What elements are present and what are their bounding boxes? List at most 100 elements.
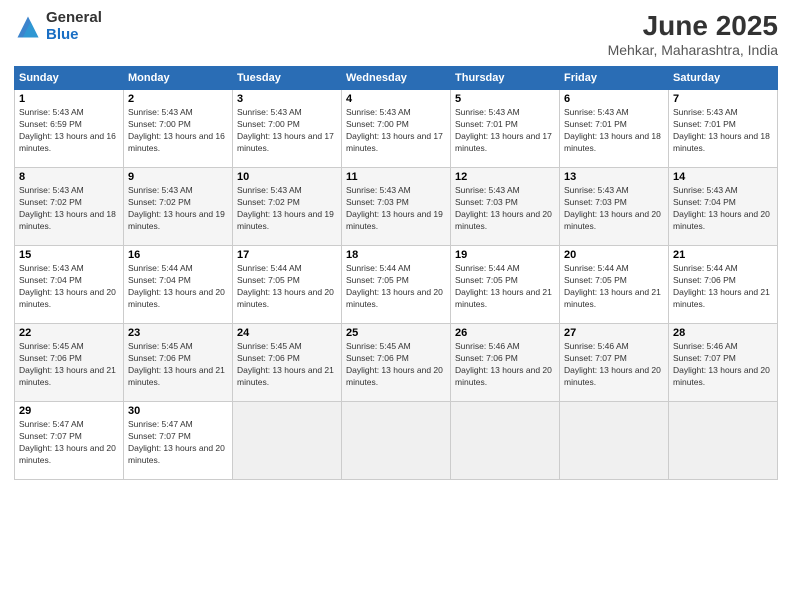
calendar-cell	[342, 402, 451, 480]
calendar-cell: 3 Sunrise: 5:43 AMSunset: 7:00 PMDaylight…	[233, 90, 342, 168]
day-info: Sunrise: 5:45 AMSunset: 7:06 PMDaylight:…	[346, 341, 446, 389]
calendar-table: SundayMondayTuesdayWednesdayThursdayFrid…	[14, 66, 778, 480]
day-info: Sunrise: 5:43 AMSunset: 7:03 PMDaylight:…	[455, 185, 555, 233]
calendar-cell: 17 Sunrise: 5:44 AMSunset: 7:05 PMDayligh…	[233, 246, 342, 324]
day-number: 16	[128, 249, 228, 261]
day-info: Sunrise: 5:45 AMSunset: 7:06 PMDaylight:…	[237, 341, 337, 389]
header: General Blue June 2025 Mehkar, Maharasht…	[14, 10, 778, 58]
day-number: 6	[564, 93, 664, 105]
calendar-cell: 8 Sunrise: 5:43 AMSunset: 7:02 PMDaylight…	[15, 168, 124, 246]
day-number: 1	[19, 93, 119, 105]
calendar-cell	[451, 402, 560, 480]
day-number: 18	[346, 249, 446, 261]
calendar-week-3: 15 Sunrise: 5:43 AMSunset: 7:04 PMDayligh…	[15, 246, 778, 324]
day-number: 2	[128, 93, 228, 105]
day-number: 4	[346, 93, 446, 105]
calendar-cell: 1 Sunrise: 5:43 AMSunset: 6:59 PMDaylight…	[15, 90, 124, 168]
day-info: Sunrise: 5:43 AMSunset: 7:00 PMDaylight:…	[237, 107, 337, 155]
day-info: Sunrise: 5:43 AMSunset: 7:04 PMDaylight:…	[19, 263, 119, 311]
day-info: Sunrise: 5:44 AMSunset: 7:05 PMDaylight:…	[564, 263, 664, 311]
day-number: 25	[346, 327, 446, 339]
calendar-cell: 11Sunrise: 5:43 AMSunset: 7:03 PMDayligh…	[342, 168, 451, 246]
calendar-week-4: 22Sunrise: 5:45 AMSunset: 7:06 PMDayligh…	[15, 324, 778, 402]
day-number: 28	[673, 327, 773, 339]
day-info: Sunrise: 5:43 AMSunset: 7:00 PMDaylight:…	[346, 107, 446, 155]
calendar-subtitle: Mehkar, Maharashtra, India	[608, 42, 778, 58]
calendar-cell: 4 Sunrise: 5:43 AMSunset: 7:00 PMDaylight…	[342, 90, 451, 168]
day-number: 12	[455, 171, 555, 183]
calendar-cell	[233, 402, 342, 480]
title-block: June 2025 Mehkar, Maharashtra, India	[608, 10, 778, 58]
day-info: Sunrise: 5:43 AMSunset: 7:02 PMDaylight:…	[19, 185, 119, 233]
day-number: 23	[128, 327, 228, 339]
day-info: Sunrise: 5:43 AMSunset: 7:02 PMDaylight:…	[128, 185, 228, 233]
day-number: 5	[455, 93, 555, 105]
calendar-cell: 14 Sunrise: 5:43 AMSunset: 7:04 PMDayligh…	[669, 168, 778, 246]
header-sunday: Sunday	[15, 67, 124, 90]
header-monday: Monday	[124, 67, 233, 90]
calendar-header-row: SundayMondayTuesdayWednesdayThursdayFrid…	[15, 67, 778, 90]
header-wednesday: Wednesday	[342, 67, 451, 90]
day-number: 11	[346, 171, 446, 183]
day-info: Sunrise: 5:45 AMSunset: 7:06 PMDaylight:…	[128, 341, 228, 389]
logo-blue-text: Blue	[46, 27, 102, 44]
calendar-week-1: 1 Sunrise: 5:43 AMSunset: 6:59 PMDaylight…	[15, 90, 778, 168]
calendar-cell: 30Sunrise: 5:47 AMSunset: 7:07 PMDayligh…	[124, 402, 233, 480]
day-info: Sunrise: 5:44 AMSunset: 7:06 PMDaylight:…	[673, 263, 773, 311]
day-info: Sunrise: 5:46 AMSunset: 7:07 PMDaylight:…	[673, 341, 773, 389]
day-info: Sunrise: 5:44 AMSunset: 7:05 PMDaylight:…	[237, 263, 337, 311]
day-info: Sunrise: 5:43 AMSunset: 7:01 PMDaylight:…	[564, 107, 664, 155]
header-saturday: Saturday	[669, 67, 778, 90]
day-info: Sunrise: 5:46 AMSunset: 7:06 PMDaylight:…	[455, 341, 555, 389]
calendar-cell: 7Sunrise: 5:43 AMSunset: 7:01 PMDaylight…	[669, 90, 778, 168]
day-number: 3	[237, 93, 337, 105]
main-container: General Blue June 2025 Mehkar, Maharasht…	[0, 0, 792, 490]
calendar-cell: 27Sunrise: 5:46 AMSunset: 7:07 PMDayligh…	[560, 324, 669, 402]
calendar-cell: 5 Sunrise: 5:43 AMSunset: 7:01 PMDaylight…	[451, 90, 560, 168]
calendar-cell: 29 Sunrise: 5:47 AMSunset: 7:07 PMDayligh…	[15, 402, 124, 480]
calendar-cell: 26Sunrise: 5:46 AMSunset: 7:06 PMDayligh…	[451, 324, 560, 402]
calendar-week-5: 29 Sunrise: 5:47 AMSunset: 7:07 PMDayligh…	[15, 402, 778, 480]
day-number: 17	[237, 249, 337, 261]
day-number: 15	[19, 249, 119, 261]
day-info: Sunrise: 5:43 AMSunset: 7:04 PMDaylight:…	[673, 185, 773, 233]
calendar-cell	[560, 402, 669, 480]
day-number: 24	[237, 327, 337, 339]
calendar-cell: 9 Sunrise: 5:43 AMSunset: 7:02 PMDaylight…	[124, 168, 233, 246]
calendar-cell: 25 Sunrise: 5:45 AMSunset: 7:06 PMDayligh…	[342, 324, 451, 402]
calendar-title: June 2025	[608, 10, 778, 42]
calendar-cell: 20 Sunrise: 5:44 AMSunset: 7:05 PMDayligh…	[560, 246, 669, 324]
calendar-cell: 6 Sunrise: 5:43 AMSunset: 7:01 PMDaylight…	[560, 90, 669, 168]
calendar-cell: 23 Sunrise: 5:45 AMSunset: 7:06 PMDayligh…	[124, 324, 233, 402]
day-number: 29	[19, 405, 119, 417]
day-number: 10	[237, 171, 337, 183]
day-info: Sunrise: 5:47 AMSunset: 7:07 PMDaylight:…	[19, 419, 119, 467]
calendar-week-2: 8 Sunrise: 5:43 AMSunset: 7:02 PMDaylight…	[15, 168, 778, 246]
calendar-cell: 24 Sunrise: 5:45 AMSunset: 7:06 PMDayligh…	[233, 324, 342, 402]
day-info: Sunrise: 5:44 AMSunset: 7:05 PMDaylight:…	[455, 263, 555, 311]
logo: General Blue	[14, 10, 102, 43]
day-info: Sunrise: 5:45 AMSunset: 7:06 PMDaylight:…	[19, 341, 119, 389]
day-info: Sunrise: 5:43 AMSunset: 6:59 PMDaylight:…	[19, 107, 119, 155]
logo-text: General Blue	[46, 10, 102, 43]
day-info: Sunrise: 5:43 AMSunset: 7:02 PMDaylight:…	[237, 185, 337, 233]
day-number: 13	[564, 171, 664, 183]
calendar-cell: 12 Sunrise: 5:43 AMSunset: 7:03 PMDayligh…	[451, 168, 560, 246]
calendar-cell: 13Sunrise: 5:43 AMSunset: 7:03 PMDayligh…	[560, 168, 669, 246]
calendar-cell: 2 Sunrise: 5:43 AMSunset: 7:00 PMDaylight…	[124, 90, 233, 168]
day-info: Sunrise: 5:44 AMSunset: 7:04 PMDaylight:…	[128, 263, 228, 311]
day-number: 30	[128, 405, 228, 417]
day-info: Sunrise: 5:43 AMSunset: 7:01 PMDaylight:…	[673, 107, 773, 155]
day-info: Sunrise: 5:46 AMSunset: 7:07 PMDaylight:…	[564, 341, 664, 389]
day-number: 8	[19, 171, 119, 183]
calendar-cell: 22Sunrise: 5:45 AMSunset: 7:06 PMDayligh…	[15, 324, 124, 402]
day-number: 14	[673, 171, 773, 183]
day-number: 20	[564, 249, 664, 261]
day-info: Sunrise: 5:43 AMSunset: 7:00 PMDaylight:…	[128, 107, 228, 155]
calendar-cell: 18Sunrise: 5:44 AMSunset: 7:05 PMDayligh…	[342, 246, 451, 324]
day-info: Sunrise: 5:43 AMSunset: 7:01 PMDaylight:…	[455, 107, 555, 155]
calendar-cell: 16 Sunrise: 5:44 AMSunset: 7:04 PMDayligh…	[124, 246, 233, 324]
header-thursday: Thursday	[451, 67, 560, 90]
day-number: 9	[128, 171, 228, 183]
header-tuesday: Tuesday	[233, 67, 342, 90]
